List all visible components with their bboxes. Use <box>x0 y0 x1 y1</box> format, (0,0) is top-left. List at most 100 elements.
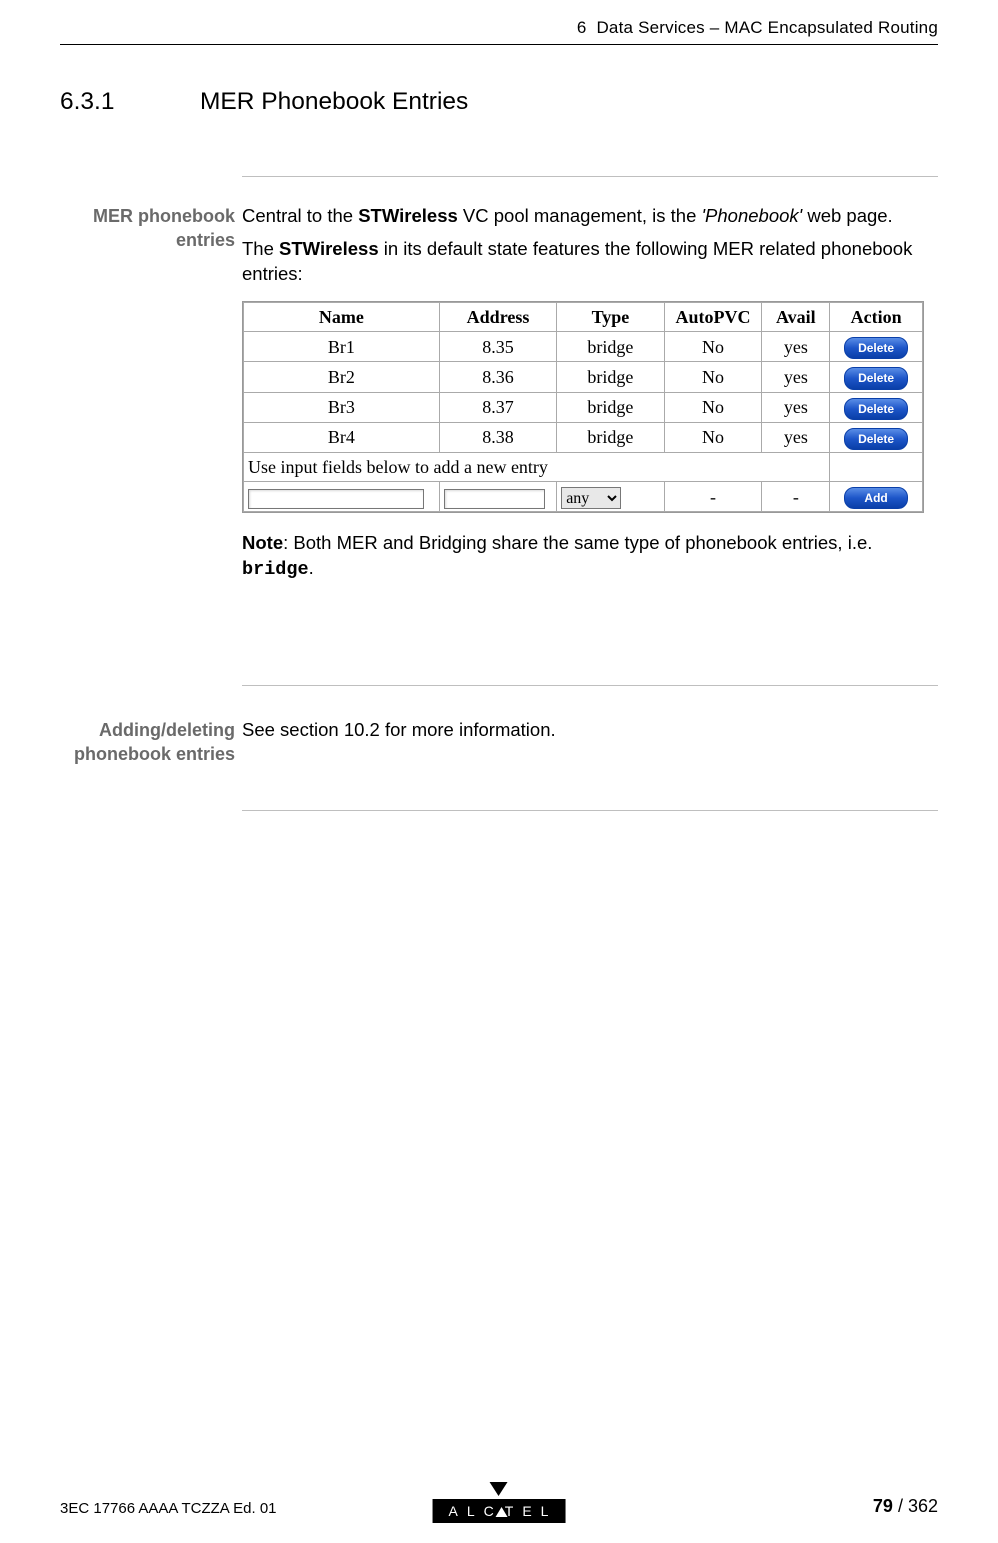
table-row: Br1 8.35 bridge No yes Delete <box>244 332 923 362</box>
footer-doc-id: 3EC 17766 AAAA TCZZA Ed. 01 <box>60 1500 277 1517</box>
delete-button[interactable]: Delete <box>844 428 908 450</box>
th-autopvc: AutoPVC <box>664 302 762 331</box>
triangle-down-icon <box>490 1482 508 1496</box>
footer: 3EC 17766 AAAA TCZZA Ed. 01 ALCTEL 79 / … <box>60 1473 938 1523</box>
text-italic: 'Phonebook' <box>702 205 803 226</box>
cell-avail: yes <box>762 392 830 422</box>
code-text: bridge <box>242 559 309 580</box>
block-mer-phonebook: MER phonebook entries Central to the STW… <box>60 204 938 591</box>
cell-autopvc: No <box>664 362 762 392</box>
table-hint-row: Use input fields below to add a new entr… <box>244 452 923 481</box>
running-header: 6 Data Services – MAC Encapsulated Routi… <box>577 18 938 38</box>
divider <box>242 176 938 177</box>
text-run: web page. <box>802 205 893 226</box>
cell-autopvc: No <box>664 392 762 422</box>
paragraph: See section 10.2 for more information. <box>242 718 938 743</box>
cell-input-action: Add <box>830 482 923 512</box>
cell-action: Delete <box>830 392 923 422</box>
side-label-line: phonebook entries <box>74 744 235 764</box>
th-action: Action <box>830 302 923 331</box>
text-run: Central to the <box>242 205 358 226</box>
text-run: . <box>309 557 314 578</box>
cell-input-autopvc: - <box>664 482 762 512</box>
hint-empty <box>830 452 923 481</box>
cell-avail: yes <box>762 362 830 392</box>
content-mer: Central to the STWireless VC pool manage… <box>242 204 938 583</box>
th-avail: Avail <box>762 302 830 331</box>
cell-action: Delete <box>830 362 923 392</box>
cell-autopvc: No <box>664 422 762 452</box>
header-rule <box>60 44 938 45</box>
page-current: 79 <box>873 1496 893 1516</box>
cell-type: bridge <box>557 332 664 362</box>
name-input[interactable] <box>248 489 424 509</box>
cell-type: bridge <box>557 422 664 452</box>
cell-type: bridge <box>557 362 664 392</box>
text-run: : Both MER and Bridging share the same t… <box>283 532 872 553</box>
hint-text: Use input fields below to add a new entr… <box>244 452 830 481</box>
cell-input-address <box>439 482 556 512</box>
cell-avail: yes <box>762 422 830 452</box>
th-address: Address <box>439 302 556 331</box>
text-run: The <box>242 238 279 259</box>
logo-text-right: TEL <box>505 1503 558 1519</box>
cell-address: 8.36 <box>439 362 556 392</box>
cell-type: bridge <box>557 392 664 422</box>
table-input-row: any - - Add <box>244 482 923 512</box>
cell-name: Br4 <box>244 422 440 452</box>
cell-action: Delete <box>830 332 923 362</box>
address-input[interactable] <box>444 489 545 509</box>
cell-avail: yes <box>762 332 830 362</box>
cell-name: Br3 <box>244 392 440 422</box>
cell-input-avail: - <box>762 482 830 512</box>
divider <box>242 685 938 686</box>
block-adding-deleting: Adding/deleting phonebook entries See se… <box>60 718 938 767</box>
section-number: 6.3.1 <box>60 88 200 116</box>
side-label-line: MER phonebook <box>93 206 235 226</box>
side-label-adding: Adding/deleting phonebook entries <box>60 718 235 767</box>
side-label-line: entries <box>176 230 235 250</box>
paragraph: Central to the STWireless VC pool manage… <box>242 204 938 229</box>
divider <box>242 810 938 811</box>
note-paragraph: Note: Both MER and Bridging share the sa… <box>242 531 938 583</box>
delete-button[interactable]: Delete <box>844 398 908 420</box>
paragraph: The STWireless in its default state feat… <box>242 237 938 287</box>
th-type: Type <box>557 302 664 331</box>
section-title: MER Phonebook Entries <box>200 88 468 115</box>
logo-bar: ALCTEL <box>433 1499 566 1523</box>
side-label-mer: MER phonebook entries <box>60 204 235 253</box>
table-row: Br4 8.38 bridge No yes Delete <box>244 422 923 452</box>
delete-button[interactable]: Delete <box>844 367 908 389</box>
th-name: Name <box>244 302 440 331</box>
logo-text-left: ALC <box>449 1503 503 1519</box>
cell-autopvc: No <box>664 332 762 362</box>
cell-address: 8.35 <box>439 332 556 362</box>
header-chapter-title: Data Services – MAC Encapsulated Routing <box>596 18 938 37</box>
cell-input-name <box>244 482 440 512</box>
cell-address: 8.38 <box>439 422 556 452</box>
header-chapter-num: 6 <box>577 18 587 37</box>
phonebook-table: Name Address Type AutoPVC Avail Action B… <box>243 302 923 513</box>
text-run: VC pool management, is the <box>458 205 702 226</box>
phonebook-table-wrap: Name Address Type AutoPVC Avail Action B… <box>242 301 924 514</box>
content-adding: See section 10.2 for more information. <box>242 718 938 743</box>
table-header-row: Name Address Type AutoPVC Avail Action <box>244 302 923 331</box>
cell-name: Br1 <box>244 332 440 362</box>
note-label: Note <box>242 532 283 553</box>
delete-button[interactable]: Delete <box>844 337 908 359</box>
table-row: Br2 8.36 bridge No yes Delete <box>244 362 923 392</box>
cell-name: Br2 <box>244 362 440 392</box>
footer-page: 79 / 362 <box>873 1496 938 1517</box>
page-sep: / <box>893 1496 908 1516</box>
table-row: Br3 8.37 bridge No yes Delete <box>244 392 923 422</box>
page-total: 362 <box>908 1496 938 1516</box>
section-heading: 6.3.1MER Phonebook Entries <box>60 88 468 116</box>
side-label-line: Adding/deleting <box>99 720 235 740</box>
type-select[interactable]: any <box>561 487 621 509</box>
text-bold: STWireless <box>279 238 379 259</box>
cell-action: Delete <box>830 422 923 452</box>
alcatel-logo: ALCTEL <box>433 1482 566 1523</box>
cell-address: 8.37 <box>439 392 556 422</box>
text-bold: STWireless <box>358 205 458 226</box>
add-button[interactable]: Add <box>844 487 908 509</box>
